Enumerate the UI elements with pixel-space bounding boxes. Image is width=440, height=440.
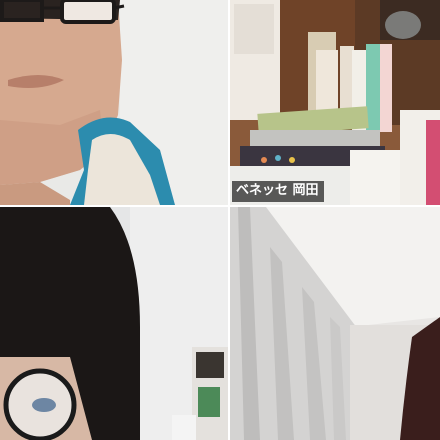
- participant-name-label: ベネッセ 岡田: [232, 181, 324, 202]
- video-feed-2: [230, 0, 440, 205]
- video-feed-1: [0, 0, 228, 205]
- video-feed-3: [0, 207, 228, 440]
- video-tile-participant-4[interactable]: [230, 207, 440, 440]
- video-grid: ベネッセ 岡田: [0, 0, 440, 440]
- video-tile-participant-3[interactable]: [0, 207, 228, 440]
- video-tile-participant-2[interactable]: ベネッセ 岡田: [230, 0, 440, 205]
- video-feed-4: [230, 207, 440, 440]
- video-tile-participant-1[interactable]: [0, 0, 228, 205]
